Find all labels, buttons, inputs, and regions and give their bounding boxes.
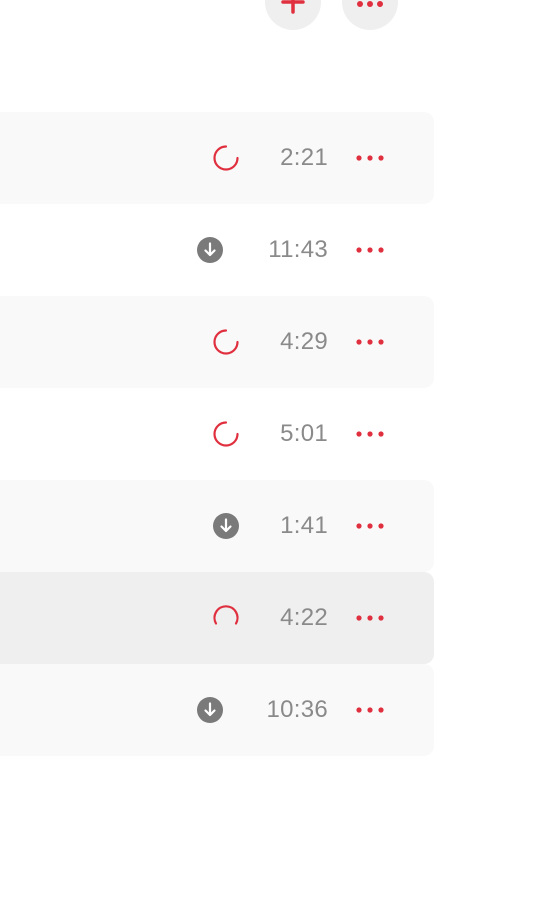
- loading-spinner-icon: [213, 145, 239, 171]
- track-duration: 4:29: [280, 328, 328, 355]
- row-more-icon[interactable]: [354, 240, 386, 260]
- track-row-selected[interactable]: 4:22: [0, 572, 434, 664]
- track-duration: 5:01: [280, 420, 328, 447]
- track-row[interactable]: 11:43: [0, 204, 434, 296]
- add-button[interactable]: [265, 0, 321, 30]
- track-row[interactable]: 10:36: [0, 664, 434, 756]
- ellipsis-icon: [357, 1, 383, 7]
- more-options-button[interactable]: [342, 0, 398, 30]
- row-more-icon[interactable]: [354, 700, 386, 720]
- track-duration: 2:21: [280, 144, 328, 171]
- track-row[interactable]: 2:21: [0, 112, 434, 204]
- loading-spinner-icon: [213, 421, 239, 447]
- loading-spinner-icon: [213, 605, 239, 625]
- downloaded-icon: [197, 237, 223, 263]
- track-duration: 10:36: [266, 696, 328, 723]
- row-more-icon[interactable]: [354, 148, 386, 168]
- track-row[interactable]: 5:01: [0, 388, 434, 480]
- downloaded-icon: [197, 697, 223, 723]
- track-list-screen: 2:21 11:43 4:29 5:01 1:41 4:22 10:36: [0, 0, 558, 904]
- track-duration: 1:41: [280, 512, 328, 539]
- row-more-icon[interactable]: [354, 608, 386, 628]
- plus-icon: [281, 0, 305, 14]
- downloaded-icon: [213, 513, 239, 539]
- track-row[interactable]: 1:41: [0, 480, 434, 572]
- loading-spinner-icon: [213, 329, 239, 355]
- track-list: 2:21 11:43 4:29 5:01 1:41 4:22 10:36: [0, 112, 434, 756]
- row-more-icon[interactable]: [354, 516, 386, 536]
- track-duration: 11:43: [268, 236, 328, 263]
- track-duration: 4:22: [280, 604, 328, 631]
- row-more-icon[interactable]: [354, 332, 386, 352]
- track-row[interactable]: 4:29: [0, 296, 434, 388]
- row-more-icon[interactable]: [354, 424, 386, 444]
